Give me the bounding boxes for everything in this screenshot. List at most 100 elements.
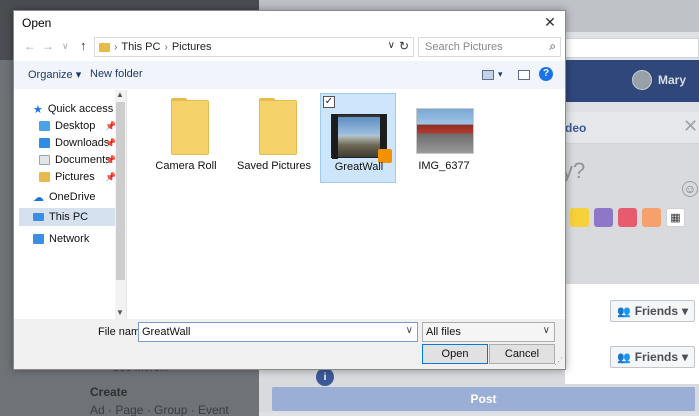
close-icon[interactable]: ✕ [541, 13, 559, 31]
toolbar: Organize ▾ New folder ▾ ? [14, 61, 565, 89]
emoji-icon[interactable]: ☺ [682, 181, 698, 197]
file-type-value: All files [426, 326, 461, 338]
file-name-value: GreatWall [142, 326, 191, 338]
chevron-down-icon[interactable]: ∨ [406, 325, 413, 336]
modal-close-icon[interactable]: ✕ [683, 116, 698, 137]
scroll-up-icon[interactable]: ▲ [116, 90, 124, 99]
photo-thumbnail [416, 108, 474, 154]
info-icon[interactable]: i [316, 368, 334, 386]
path-separator: › [164, 41, 168, 53]
gif-icon[interactable] [594, 208, 613, 227]
folder-icon [99, 42, 110, 52]
post-actions: ▦ [570, 208, 685, 227]
downloads-icon [39, 138, 50, 148]
refresh-icon[interactable]: ↻ [399, 39, 409, 53]
audience-selector-2[interactable]: 👥 Friends ▾ [610, 346, 696, 368]
sidebar-item-label: Desktop [55, 120, 96, 132]
audience-panel [565, 284, 699, 384]
pictures-icon [39, 172, 50, 182]
up-arrow-icon[interactable]: ↑ [80, 38, 87, 53]
create-heading: Create [90, 385, 128, 399]
computer-icon [33, 213, 44, 221]
sidebar-item-label: Downloads [55, 137, 110, 149]
friends-icon: 👥 [617, 351, 631, 364]
path-separator: › [114, 41, 118, 53]
video-thumbnail [331, 114, 392, 163]
dialog-footer: File name: GreatWall ∨ All files ∨ Open … [14, 319, 565, 369]
sidebar-item-label: This PC [49, 211, 89, 223]
scroll-thumb[interactable] [116, 102, 125, 280]
file-name: Camera Roll [155, 160, 217, 172]
checkbox[interactable]: ✓ [323, 96, 335, 108]
back-arrow-icon[interactable]: ← [24, 39, 36, 53]
more-options-icon[interactable]: ▦ [666, 208, 685, 227]
chevron-down-icon: ▾ [682, 304, 689, 318]
sidebar-item-label: Pictures [55, 171, 95, 183]
navigation-pane: ★ Quick access Desktop 📌 Downloads 📌 Doc… [15, 90, 127, 319]
address-bar: ← → ∨ ↑ › This PC › Pictures ∨ ↻ Search … [18, 37, 561, 59]
sidebar-item-label: Network [49, 233, 90, 245]
dialog-title: Open [22, 16, 52, 30]
file-name: GreatWall [334, 161, 384, 173]
sidebar-item-this-pc[interactable]: This PC [19, 208, 115, 226]
friends-icon: 👥 [617, 305, 631, 318]
file-type-select[interactable]: All files ∨ [422, 322, 555, 342]
recent-chevron-icon[interactable]: ∨ [62, 41, 69, 52]
modal-tab-video[interactable]: deo [565, 121, 586, 135]
facebook-search-bar[interactable] [562, 38, 699, 58]
search-icon[interactable]: ⌕ [549, 39, 556, 54]
sidebar-item-label: Quick access [47, 103, 114, 115]
search-placeholder: Search Pictures [425, 41, 503, 53]
post-button[interactable]: Post [272, 387, 695, 411]
preview-pane-icon[interactable] [518, 70, 530, 80]
file-name: Saved Pictures [237, 160, 311, 172]
avatar [632, 70, 652, 90]
star-icon: ★ [33, 103, 43, 116]
open-file-dialog: Open ✕ ← → ∨ ↑ › This PC › Pictures ∨ ↻ … [13, 10, 566, 370]
file-item-greatwall[interactable]: ✓ GreatWall [320, 93, 396, 183]
file-item-img-6377[interactable]: IMG_6377 [406, 90, 482, 180]
resize-grip-icon[interactable]: ⋰ [554, 356, 563, 367]
chevron-down-icon[interactable]: ∨ [388, 40, 395, 51]
video-frame [338, 117, 382, 157]
search-input[interactable]: Search Pictures ⌕ [418, 37, 561, 57]
forward-arrow-icon[interactable]: → [42, 39, 54, 53]
network-icon [33, 234, 44, 244]
folder-icon [259, 100, 297, 155]
user-name: Mary [658, 73, 687, 87]
create-links[interactable]: Ad · Page · Group · Event [90, 403, 229, 416]
cloud-icon: ☁ [33, 191, 44, 204]
audience-selector-1[interactable]: 👥 Friends ▾ [610, 300, 696, 322]
new-folder-button[interactable]: New folder [90, 68, 143, 80]
nav-scrollbar[interactable]: ▲ ▼ [115, 90, 126, 319]
file-name: IMG_6377 [418, 160, 470, 172]
open-button[interactable]: Open [422, 344, 488, 364]
chevron-down-icon[interactable]: ▾ [498, 69, 503, 80]
breadcrumb-this-pc[interactable]: This PC [121, 41, 160, 53]
user-profile-link[interactable]: Mary [632, 70, 686, 90]
cancel-button[interactable]: Cancel [489, 344, 555, 364]
file-item-camera-roll[interactable]: Camera Roll [148, 90, 224, 180]
file-name-input[interactable]: GreatWall ∨ [138, 322, 418, 342]
sidebar-item-label: Documents [55, 154, 111, 166]
tag-people-icon[interactable] [570, 208, 589, 227]
chevron-down-icon: ▾ [682, 350, 689, 364]
audience-label: Friends [634, 304, 679, 318]
scroll-down-icon[interactable]: ▼ [116, 308, 124, 317]
file-list: Camera Roll Saved Pictures ✓ GreatWall I… [128, 90, 565, 319]
breadcrumb[interactable]: › This PC › Pictures ∨ ↻ [94, 37, 414, 57]
documents-icon [39, 155, 50, 165]
help-icon[interactable]: ? [539, 67, 553, 81]
sidebar-item-label: OneDrive [49, 191, 96, 203]
desktop-icon [39, 121, 50, 131]
view-options-icon[interactable] [482, 70, 494, 80]
dialog-titlebar: Open ✕ [14, 11, 565, 35]
sticker-icon[interactable] [618, 208, 637, 227]
breadcrumb-pictures[interactable]: Pictures [172, 41, 212, 53]
folder-icon [171, 100, 209, 155]
audience-label: Friends [634, 350, 679, 364]
file-item-saved-pictures[interactable]: Saved Pictures [236, 90, 312, 180]
feeling-icon[interactable] [642, 208, 661, 227]
organize-menu[interactable]: Organize ▾ [28, 68, 81, 81]
chevron-down-icon[interactable]: ∨ [543, 325, 550, 336]
